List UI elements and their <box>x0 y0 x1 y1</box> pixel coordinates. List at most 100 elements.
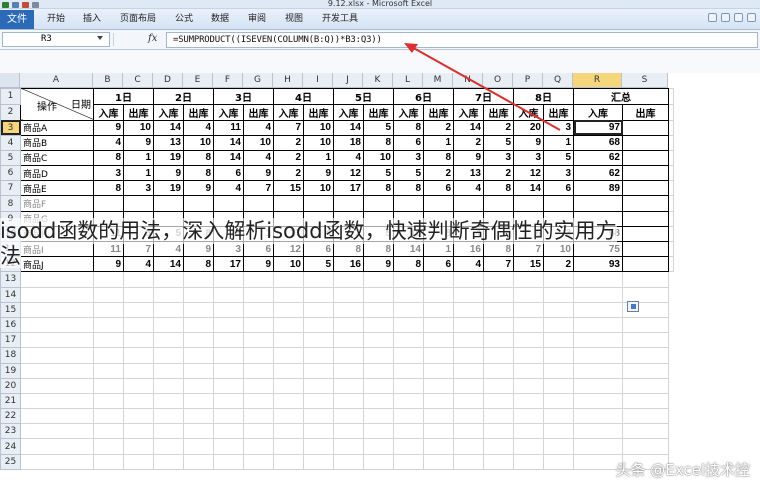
day-header-4[interactable]: 4日 <box>273 87 334 105</box>
cell-s1[interactable] <box>668 87 674 105</box>
empty-cell[interactable] <box>483 408 514 425</box>
formula-input[interactable]: =SUMPRODUCT((ISEVEN(COLUMN(B:Q))*B3:Q3)) <box>166 32 758 48</box>
empty-cell[interactable] <box>543 438 574 455</box>
empty-cell[interactable] <box>183 423 214 440</box>
empty-cell[interactable] <box>573 316 623 334</box>
empty-cell[interactable] <box>93 362 124 379</box>
empty-cell[interactable] <box>183 286 214 303</box>
empty-cell[interactable] <box>333 423 364 440</box>
data-cell[interactable]: 9 <box>93 119 124 136</box>
data-cell[interactable]: 4 <box>243 149 274 167</box>
day-header-1[interactable]: 1日 <box>93 87 154 105</box>
data-cell[interactable]: 5 <box>363 119 394 136</box>
empty-cell[interactable] <box>123 392 154 410</box>
summary-out-cell[interactable] <box>622 119 669 136</box>
empty-cell[interactable] <box>333 453 364 470</box>
product-name[interactable]: 商品D <box>20 165 94 182</box>
tab-home[interactable]: 开始 <box>47 10 65 29</box>
data-cell[interactable]: 8 <box>93 180 124 197</box>
tab-page-layout[interactable]: 页面布局 <box>120 10 156 29</box>
empty-cell[interactable] <box>423 316 454 334</box>
row-header-21[interactable]: 21 <box>0 392 21 410</box>
empty-cell[interactable] <box>93 392 124 410</box>
empty-cell[interactable] <box>153 316 184 334</box>
empty-cell[interactable] <box>303 271 334 288</box>
data-cell[interactable]: 9 <box>243 165 274 182</box>
empty-cell[interactable] <box>123 316 154 334</box>
row-header-18[interactable]: 18 <box>0 347 21 364</box>
row-header-3[interactable]: 3 <box>0 119 21 136</box>
data-cell[interactable] <box>393 195 424 212</box>
empty-cell[interactable] <box>93 316 124 334</box>
empty-cell[interactable] <box>513 423 544 440</box>
empty-cell[interactable] <box>622 286 669 303</box>
empty-cell[interactable] <box>668 195 674 212</box>
data-cell[interactable]: 13 <box>153 134 184 151</box>
empty-cell[interactable] <box>243 271 274 288</box>
empty-cell[interactable] <box>423 286 454 303</box>
row-header-24[interactable]: 24 <box>0 438 21 455</box>
empty-cell[interactable] <box>453 332 484 349</box>
data-cell[interactable]: 19 <box>153 149 184 167</box>
data-cell[interactable]: 18 <box>333 134 364 151</box>
empty-cell[interactable] <box>20 362 94 379</box>
data-cell[interactable]: 3 <box>543 165 574 182</box>
empty-cell[interactable] <box>543 408 574 425</box>
empty-cell[interactable] <box>333 362 364 379</box>
empty-cell[interactable] <box>333 438 364 455</box>
empty-cell[interactable] <box>243 286 274 303</box>
data-cell[interactable]: 5 <box>363 165 394 182</box>
empty-cell[interactable] <box>303 332 334 349</box>
empty-cell[interactable] <box>213 301 244 318</box>
data-cell[interactable]: 3 <box>393 149 424 167</box>
empty-cell[interactable] <box>543 377 574 394</box>
data-cell[interactable]: 20 <box>513 119 544 136</box>
empty-cell[interactable] <box>513 453 544 470</box>
empty-cell[interactable] <box>363 301 394 318</box>
empty-cell[interactable] <box>513 301 544 318</box>
empty-cell[interactable] <box>393 316 424 334</box>
empty-cell[interactable] <box>183 347 214 364</box>
empty-cell[interactable] <box>668 180 674 197</box>
day-header-5[interactable]: 5日 <box>333 87 394 105</box>
row-header-5[interactable]: 5 <box>0 149 21 167</box>
in-header[interactable]: 入库 <box>513 103 544 121</box>
empty-cell[interactable] <box>153 453 184 470</box>
data-cell[interactable]: 14 <box>213 149 244 167</box>
empty-cell[interactable] <box>423 271 454 288</box>
summary-out-cell[interactable] <box>622 149 669 167</box>
empty-cell[interactable] <box>622 423 669 440</box>
out-header[interactable]: 出库 <box>622 103 669 121</box>
data-cell[interactable]: 14 <box>513 180 544 197</box>
empty-cell[interactable] <box>453 438 484 455</box>
data-cell[interactable] <box>543 195 574 212</box>
data-cell[interactable]: 14 <box>213 134 244 151</box>
empty-cell[interactable] <box>543 332 574 349</box>
empty-cell[interactable] <box>123 377 154 394</box>
data-cell[interactable]: 3 <box>123 180 154 197</box>
empty-cell[interactable] <box>513 316 544 334</box>
empty-cell[interactable] <box>213 377 244 394</box>
empty-cell[interactable] <box>273 392 304 410</box>
empty-cell[interactable] <box>453 408 484 425</box>
empty-cell[interactable] <box>453 316 484 334</box>
empty-cell[interactable] <box>243 362 274 379</box>
empty-cell[interactable] <box>123 453 154 470</box>
empty-cell[interactable] <box>123 332 154 349</box>
data-cell[interactable]: 2 <box>273 165 304 182</box>
product-name[interactable]: 商品C <box>20 149 94 167</box>
empty-cell[interactable] <box>453 271 484 288</box>
row-header-4[interactable]: 4 <box>0 134 21 151</box>
data-cell[interactable]: 2 <box>483 119 514 136</box>
empty-cell[interactable] <box>303 347 334 364</box>
data-cell[interactable]: 10 <box>303 180 334 197</box>
empty-cell[interactable] <box>20 377 94 394</box>
empty-cell[interactable] <box>573 347 623 364</box>
data-cell[interactable]: 4 <box>243 119 274 136</box>
row-header-7[interactable]: 7 <box>0 180 21 197</box>
empty-cell[interactable] <box>483 347 514 364</box>
empty-cell[interactable] <box>20 332 94 349</box>
empty-cell[interactable] <box>453 392 484 410</box>
data-cell[interactable]: 8 <box>423 149 454 167</box>
empty-cell[interactable] <box>153 362 184 379</box>
